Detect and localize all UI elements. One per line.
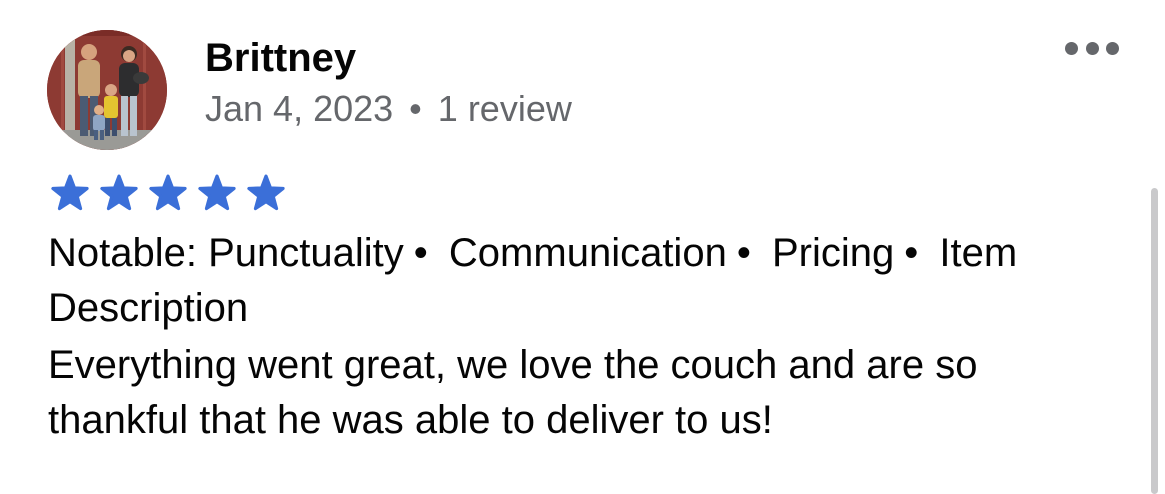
more-options-button[interactable] (1065, 38, 1119, 58)
avatar[interactable] (47, 30, 167, 150)
review-count[interactable]: 1 review (438, 88, 572, 129)
meta-separator: • (409, 88, 422, 129)
tag-separator: • (904, 231, 919, 275)
more-options-icon (1106, 41, 1119, 55)
star-icon (145, 174, 191, 212)
notable-tag: Punctuality (208, 231, 404, 275)
tag-separator: • (413, 231, 428, 275)
review-card: Brittney Jan 4, 2023 • 1 review Notable:… (0, 0, 1165, 494)
star-icon (194, 174, 240, 212)
star-icon (243, 174, 289, 212)
star-icon (47, 174, 93, 212)
notable-tag: Pricing (771, 231, 895, 275)
notable-prefix: Notable: (48, 231, 197, 275)
review-date: Jan 4, 2023 (205, 88, 394, 129)
star-rating (47, 174, 289, 212)
star-icon (96, 174, 142, 212)
scrollbar[interactable] (1151, 188, 1158, 494)
review-meta: Jan 4, 2023 • 1 review (205, 87, 572, 131)
more-options-icon (1065, 41, 1078, 55)
avatar-photo (47, 30, 167, 150)
more-options-icon (1085, 41, 1099, 55)
reviewer-name[interactable]: Brittney (205, 34, 356, 82)
notable-tag: Communication (448, 231, 727, 275)
review-text: Everything went great, we love the couch… (48, 343, 978, 442)
tag-separator: • (736, 231, 751, 275)
notable-tags: Notable: Punctuality • Communication • Pri… (48, 226, 1128, 336)
